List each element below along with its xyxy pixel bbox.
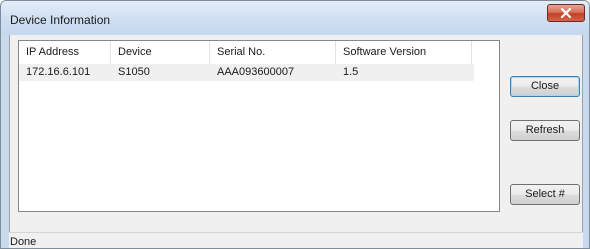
cell-ip-address: 172.16.6.101 — [26, 66, 91, 78]
cell-software-version: 1.5 — [343, 66, 359, 78]
close-button[interactable]: Close — [510, 76, 580, 97]
column-header-software-version[interactable]: Software Version — [336, 41, 472, 64]
device-information-window: Device Information IP Address Device Ser… — [0, 0, 590, 249]
cell-device: S1050 — [118, 66, 150, 78]
title-bar[interactable]: Device Information — [1, 1, 589, 35]
status-bar: Done — [9, 232, 583, 248]
status-text: Done — [10, 236, 37, 248]
list-header: IP Address Device Serial No. Software Ve… — [19, 41, 499, 64]
device-list[interactable]: IP Address Device Serial No. Software Ve… — [18, 40, 500, 212]
select-button[interactable]: Select # — [510, 184, 580, 205]
window-title: Device Information — [10, 13, 111, 27]
close-icon — [560, 8, 572, 18]
column-header-filler — [472, 41, 499, 64]
column-header-device[interactable]: Device — [111, 41, 210, 64]
table-row[interactable]: 172.16.6.101 S1050 AAA093600007 1.5 — [19, 64, 474, 81]
cell-serial-no: AAA093600007 — [217, 66, 295, 78]
column-header-serial-no[interactable]: Serial No. — [210, 41, 336, 64]
refresh-button[interactable]: Refresh — [510, 120, 580, 141]
window-close-button[interactable] — [547, 4, 585, 22]
column-header-ip-address[interactable]: IP Address — [19, 41, 111, 64]
